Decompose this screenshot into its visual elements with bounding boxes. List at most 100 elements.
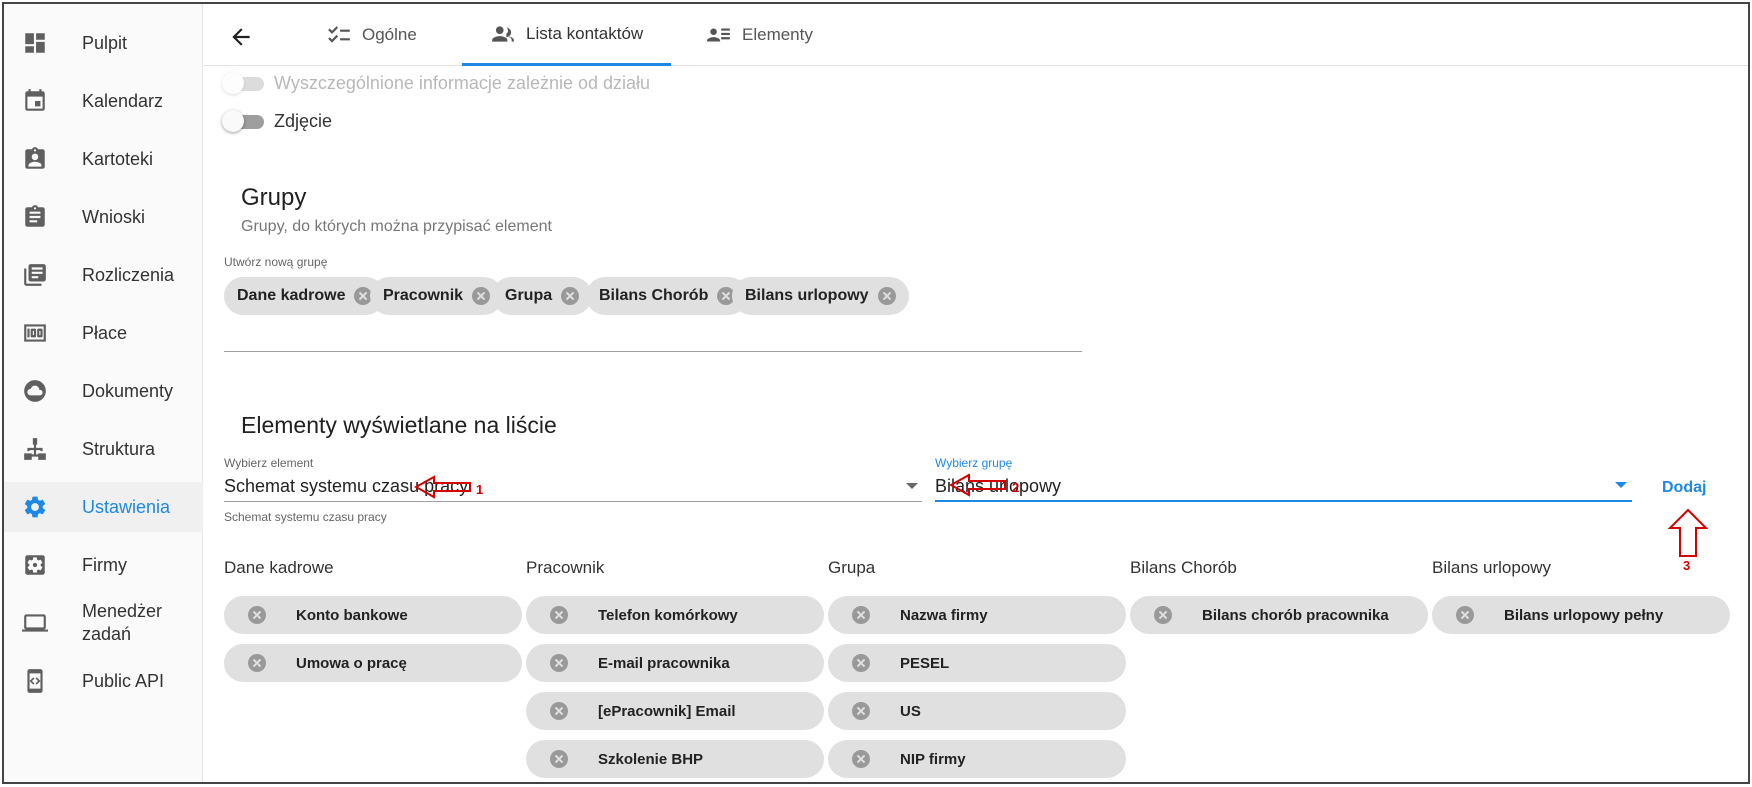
list-item: Umowa o pracę: [224, 644, 522, 682]
annotation-arrow-up-icon: [1668, 508, 1708, 557]
tab-label: Elementy: [742, 25, 813, 44]
tab-ogolne[interactable]: Ogólne: [326, 4, 417, 66]
sidebar-item-label: Dokumenty: [82, 380, 174, 401]
toggle-label: Zdjęcie: [274, 110, 333, 131]
tab-bar: Ogólne Lista kontaktów Elementy: [204, 4, 1748, 66]
sidebar-item-firmy[interactable]: Firmy: [4, 540, 203, 590]
annotation-arrow-left-icon: [414, 475, 471, 499]
remove-chip-icon[interactable]: [561, 287, 580, 305]
remove-chip-icon[interactable]: [550, 702, 568, 720]
annotation-number: 1: [476, 482, 484, 497]
department-info-toggle[interactable]: [222, 72, 264, 94]
sidebar-item-rozliczenia[interactable]: Rozliczenia: [4, 250, 203, 300]
sidebar-item-label: Public API: [82, 670, 165, 691]
remove-chip-icon[interactable]: [852, 750, 870, 768]
chevron-down-icon[interactable]: [1615, 482, 1627, 488]
arrow-left-icon: [232, 28, 250, 46]
tab-elementy[interactable]: Elementy: [706, 4, 813, 66]
list-item: Telefon komórkowy: [526, 596, 824, 634]
toggle-row-photo: Zdjęcie: [222, 110, 332, 132]
contact-card-icon: [22, 146, 48, 172]
annotation-arrow-left-icon: [949, 473, 1006, 497]
sidebar: Pulpit Kalendarz Kartoteki Wnioski Rozli…: [4, 4, 203, 782]
remove-chip-icon[interactable]: [248, 606, 266, 624]
sidebar-item-label: Pulpit: [82, 32, 128, 53]
sidebar-item-label: Menedżer zadań: [82, 601, 163, 644]
sidebar-item-wnioski[interactable]: Wnioski: [4, 192, 203, 242]
sidebar-item-menedzer-zadan[interactable]: Menedżer zadań: [4, 598, 203, 648]
element-select-helper: Schemat systemu czasu pracy: [224, 510, 387, 524]
sidebar-item-kartoteki[interactable]: Kartoteki: [4, 134, 203, 184]
toggle-row-department-info: Wyszczególnione informacje zależnie od d…: [222, 72, 650, 94]
people-check-icon: [492, 25, 514, 42]
list-item: NIP firmy: [828, 740, 1126, 778]
main-content: Wyszczególnione informacje zależnie od d…: [204, 66, 1748, 782]
sidebar-item-dokumenty[interactable]: Dokumenty: [4, 366, 203, 416]
sidebar-item-place[interactable]: Płace: [4, 308, 203, 358]
hierarchy-icon: [22, 436, 48, 462]
element-select-label: Wybierz element: [224, 456, 314, 470]
calendar-icon: [22, 88, 48, 114]
annotation-number: 2: [1012, 480, 1020, 495]
sidebar-item-label: Kartoteki: [82, 148, 154, 169]
remove-chip-icon[interactable]: [550, 606, 568, 624]
person-list-icon: [707, 28, 730, 42]
remove-chip-icon[interactable]: [248, 654, 266, 672]
list-item: [ePracownik] Email: [526, 692, 824, 730]
settings-box-icon: [22, 552, 48, 578]
group-chip: Pracownik: [370, 277, 504, 315]
sidebar-item-struktura[interactable]: Struktura: [4, 424, 203, 474]
list-item: Konto bankowe: [224, 596, 522, 634]
group-chip: Grupa: [492, 277, 593, 315]
list-item: US: [828, 692, 1126, 730]
remove-chip-icon[interactable]: [1456, 606, 1474, 624]
chevron-down-icon[interactable]: [906, 483, 918, 489]
list-item: Bilans urlopowy pełny: [1432, 596, 1730, 634]
toggle-label: Wyszczególnione informacje zależnie od d…: [274, 72, 651, 93]
new-group-label: Utwórz nową grupę: [224, 255, 328, 269]
sidebar-item-label: Kalendarz: [82, 90, 164, 111]
laptop-icon: [22, 610, 48, 636]
sidebar-item-pulpit[interactable]: Pulpit: [4, 18, 203, 68]
column-header: Dane kadrowe: [224, 558, 334, 577]
sidebar-item-ustawienia[interactable]: Ustawienia: [4, 482, 203, 532]
remove-chip-icon[interactable]: [852, 654, 870, 672]
cloud-icon: [22, 378, 48, 404]
library-books-icon: [22, 262, 48, 288]
sidebar-item-kalendarz[interactable]: Kalendarz: [4, 76, 203, 126]
remove-chip-icon[interactable]: [1154, 606, 1172, 624]
sidebar-item-label: Firmy: [82, 554, 127, 575]
remove-chip-icon[interactable]: [852, 606, 870, 624]
group-chip: Bilans Chorób: [586, 277, 749, 315]
group-chip: Bilans urlopowy: [732, 277, 909, 315]
money-icon: [22, 320, 48, 346]
element-select[interactable]: [224, 501, 922, 502]
groups-title: Grupy: [241, 184, 307, 211]
clipboard-icon: [22, 204, 48, 230]
remove-chip-icon[interactable]: [877, 287, 896, 305]
tab-label: Lista kontaktów: [526, 23, 644, 43]
remove-chip-icon[interactable]: [550, 654, 568, 672]
group-select[interactable]: [935, 500, 1632, 502]
api-icon: [22, 668, 48, 694]
remove-chip-icon[interactable]: [550, 750, 568, 768]
remove-chip-icon[interactable]: [852, 702, 870, 720]
back-button[interactable]: [228, 24, 254, 50]
column-header: Grupa: [828, 558, 876, 577]
sidebar-item-label: Wnioski: [82, 206, 146, 227]
remove-chip-icon[interactable]: [472, 287, 491, 305]
list-item: E-mail pracownika: [526, 644, 824, 682]
sidebar-item-public-api[interactable]: Public API: [4, 656, 203, 706]
elements-title: Elementy wyświetlane na liście: [241, 412, 557, 438]
annotation-number: 3: [1683, 558, 1691, 573]
column-header: Pracownik: [526, 558, 605, 577]
photo-toggle[interactable]: [222, 110, 264, 132]
column-header: Bilans urlopowy: [1432, 558, 1552, 577]
checklist-icon: [328, 26, 350, 43]
groups-subtitle: Grupy, do których można przypisać elemen…: [241, 218, 552, 235]
tab-lista-kontaktow[interactable]: Lista kontaktów: [462, 4, 672, 66]
gear-icon: [22, 494, 48, 520]
new-group-input[interactable]: [224, 351, 1082, 352]
list-item: Szkolenie BHP: [526, 740, 824, 778]
add-button[interactable]: Dodaj: [1662, 479, 1706, 497]
